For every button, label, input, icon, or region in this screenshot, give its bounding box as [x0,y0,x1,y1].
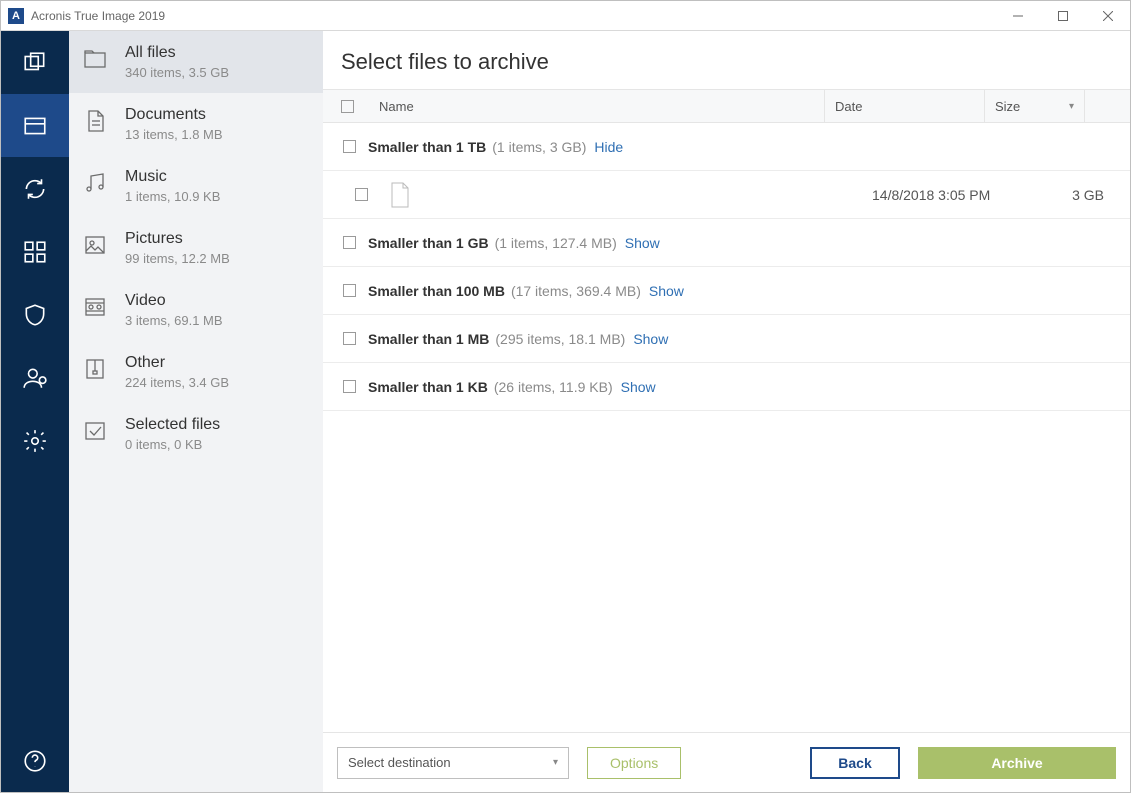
select-all-checkbox[interactable] [341,100,354,113]
group-meta: (1 items, 127.4 MB) [495,235,617,251]
category-title: Documents [125,106,223,124]
archive-button[interactable]: Archive [918,747,1116,779]
category-subtitle: 99 items, 12.2 MB [125,251,230,266]
column-size[interactable]: Size▾ [984,90,1084,122]
footer-bar: Select destination ▾ Options Back Archiv… [323,732,1130,792]
file-date: 14/8/2018 3:05 PM [872,187,1032,203]
group-checkbox[interactable] [343,284,356,297]
file-checkbox[interactable] [355,188,368,201]
group-toggle-link[interactable]: Show [625,235,660,251]
minimize-button[interactable] [995,1,1040,30]
file-group: Smaller than 100 MB (17 items, 369.4 MB)… [323,267,1130,315]
file-group: Smaller than 1 GB (1 items, 127.4 MB) Sh… [323,219,1130,267]
group-meta: (1 items, 3 GB) [492,139,586,155]
folder-icon [83,47,107,71]
page-title: Select files to archive [323,31,1130,89]
nav-help-icon[interactable] [1,729,69,792]
category-subtitle: 3 items, 69.1 MB [125,313,223,328]
chevron-down-icon: ▾ [553,757,558,768]
category-title: Video [125,292,223,310]
close-button[interactable] [1085,1,1130,30]
column-header-row: Name Date Size▾ [323,89,1130,123]
window-title: Acronis True Image 2019 [31,9,165,23]
file-group: Smaller than 1 TB (1 items, 3 GB) Hide [323,123,1130,171]
group-meta: (17 items, 369.4 MB) [511,283,641,299]
group-toggle-link[interactable]: Hide [594,139,623,155]
group-toggle-link[interactable]: Show [621,379,656,395]
group-meta: (26 items, 11.9 KB) [494,379,613,395]
file-icon [390,182,410,208]
video-icon [83,295,107,319]
nav-tools-icon[interactable] [1,220,69,283]
main-panel: Select files to archive Name Date Size▾ … [323,31,1130,792]
group-label: Smaller than 1 TB [368,139,486,155]
category-subtitle: 224 items, 3.4 GB [125,375,229,390]
category-other[interactable]: Other 224 items, 3.4 GB [69,341,323,403]
nav-archive-icon[interactable] [1,94,69,157]
chevron-down-icon: ▾ [1069,101,1074,112]
category-documents[interactable]: Documents 13 items, 1.8 MB [69,93,323,155]
category-title: All files [125,44,229,62]
nav-settings-icon[interactable] [1,409,69,472]
category-subtitle: 340 items, 3.5 GB [125,65,229,80]
back-button[interactable]: Back [810,747,900,779]
nav-account-icon[interactable] [1,346,69,409]
category-title: Selected files [125,416,220,434]
destination-select[interactable]: Select destination ▾ [337,747,569,779]
group-checkbox[interactable] [343,140,356,153]
category-video[interactable]: Video 3 items, 69.1 MB [69,279,323,341]
column-name[interactable]: Name [371,99,824,114]
column-date[interactable]: Date [824,90,984,122]
picture-icon [83,233,107,257]
category-all[interactable]: All files 340 items, 3.5 GB [69,31,323,93]
archive-icon [83,357,107,381]
category-title: Music [125,168,220,186]
nav-protection-icon[interactable] [1,283,69,346]
file-group: Smaller than 1 KB (26 items, 11.9 KB) Sh… [323,363,1130,411]
titlebar: A Acronis True Image 2019 [1,1,1130,31]
category-title: Other [125,354,229,372]
group-toggle-link[interactable]: Show [633,331,668,347]
nav-rail [1,31,69,792]
file-group: Smaller than 1 MB (295 items, 18.1 MB) S… [323,315,1130,363]
group-meta: (295 items, 18.1 MB) [495,331,625,347]
nav-sync-icon[interactable] [1,157,69,220]
category-sidebar: All files 340 items, 3.5 GB Documents 13… [69,31,323,792]
file-groups: Smaller than 1 TB (1 items, 3 GB) Hide 1… [323,123,1130,732]
category-subtitle: 13 items, 1.8 MB [125,127,223,142]
options-button[interactable]: Options [587,747,681,779]
group-label: Smaller than 1 KB [368,379,488,395]
category-music[interactable]: Music 1 items, 10.9 KB [69,155,323,217]
category-subtitle: 0 items, 0 KB [125,437,220,452]
nav-backup-icon[interactable] [1,31,69,94]
music-icon [83,171,107,195]
group-label: Smaller than 1 MB [368,331,489,347]
category-subtitle: 1 items, 10.9 KB [125,189,220,204]
document-icon [83,109,107,133]
group-checkbox[interactable] [343,380,356,393]
app-logo: A [8,8,24,24]
category-title: Pictures [125,230,230,248]
category-selected[interactable]: Selected files 0 items, 0 KB [69,403,323,465]
group-label: Smaller than 100 MB [368,283,505,299]
file-row[interactable]: 14/8/2018 3:05 PM 3 GB [323,171,1130,219]
category-pictures[interactable]: Pictures 99 items, 12.2 MB [69,217,323,279]
maximize-button[interactable] [1040,1,1085,30]
check-icon [83,419,107,443]
file-size: 3 GB [1032,187,1130,203]
group-checkbox[interactable] [343,332,356,345]
group-checkbox[interactable] [343,236,356,249]
group-label: Smaller than 1 GB [368,235,489,251]
group-toggle-link[interactable]: Show [649,283,684,299]
